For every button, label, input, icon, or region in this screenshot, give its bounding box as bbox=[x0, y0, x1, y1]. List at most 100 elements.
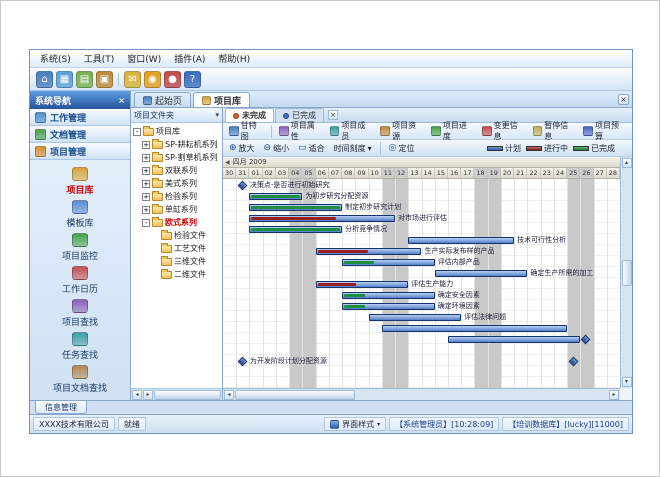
expand-icon[interactable]: + bbox=[142, 206, 150, 214]
home-icon[interactable]: ⌂ bbox=[36, 71, 53, 88]
tree-item-二维文件[interactable]: 二维文件 bbox=[133, 268, 222, 281]
tab-项目库[interactable]: 项目库 bbox=[193, 92, 250, 107]
gantt-bar[interactable] bbox=[249, 204, 342, 211]
tree-item-三维文件[interactable]: 三维文件 bbox=[133, 255, 222, 268]
grid-line bbox=[501, 179, 502, 388]
fit-button[interactable]: ▭适合 bbox=[295, 142, 328, 155]
tree-horizontal-scrollbar[interactable]: ◂ ▸ bbox=[131, 388, 222, 400]
gantt-bar[interactable] bbox=[249, 193, 302, 200]
tree-item-label: 双联系列 bbox=[165, 165, 197, 176]
gantt-button-label: 项目进度 bbox=[443, 120, 474, 142]
scroll-left-icon[interactable]: ◂ bbox=[132, 390, 142, 400]
tree-item-美式系列[interactable]: +美式系列 bbox=[133, 177, 222, 190]
tab-close-button[interactable]: × bbox=[618, 94, 629, 105]
gantt-bar[interactable] bbox=[342, 292, 435, 299]
gantt-milestone[interactable] bbox=[237, 181, 247, 191]
help-icon[interactable]: ? bbox=[184, 71, 201, 88]
tree-item-SP-割草机系列[interactable]: +SP-割草机系列 bbox=[133, 151, 222, 164]
sidebar-close-icon[interactable]: × bbox=[118, 96, 125, 105]
tree-filter-dropdown-icon[interactable]: ▾ bbox=[215, 111, 219, 119]
tree-item-SP-耕耘机系列[interactable]: +SP-耕耘机系列 bbox=[133, 138, 222, 151]
sidebar-group-项目管理[interactable]: 项目管理 bbox=[30, 143, 130, 160]
day-header-cell: 11 bbox=[382, 168, 395, 178]
sidebar-item-项目监控[interactable]: 项目监控 bbox=[30, 233, 130, 266]
gantt-bar[interactable] bbox=[316, 248, 422, 255]
grid-line bbox=[594, 179, 595, 388]
legend-swatch bbox=[487, 146, 503, 151]
tree-item-工艺文件[interactable]: 工艺文件 bbox=[133, 242, 222, 255]
gantt-bar[interactable] bbox=[316, 281, 409, 288]
window-layout-icon[interactable]: ▦ bbox=[56, 71, 73, 88]
gantt-bar-progress bbox=[344, 261, 374, 264]
gantt-bar[interactable] bbox=[249, 226, 342, 233]
gantt-horizontal-scrollbar[interactable]: ◂ ▸ bbox=[223, 388, 620, 400]
scroll-thumb[interactable] bbox=[235, 390, 355, 400]
tree-item-检验文件[interactable]: 检验文件 bbox=[133, 229, 222, 242]
gantt-bar-progress bbox=[344, 305, 365, 308]
day-header-cell: 31 bbox=[236, 168, 249, 178]
task-label: 生产实际发布样的产品 bbox=[425, 247, 495, 256]
menu-item[interactable]: 工具(T) bbox=[78, 51, 121, 66]
scroll-right-icon[interactable]: ▸ bbox=[609, 390, 619, 400]
day-header-cell: 04 bbox=[289, 168, 302, 178]
expand-icon[interactable]: + bbox=[142, 167, 150, 175]
tree-item-检验系列[interactable]: +检验系列 bbox=[133, 190, 222, 203]
zoom-in-button[interactable]: ⊕放大 bbox=[226, 142, 258, 155]
gantt-bar[interactable] bbox=[435, 270, 528, 277]
expand-icon[interactable]: + bbox=[142, 193, 150, 201]
gantt-milestone[interactable] bbox=[237, 357, 247, 367]
day-header-cell: 17 bbox=[461, 168, 474, 178]
day-header-cell: 13 bbox=[408, 168, 421, 178]
legend-label: 进行中 bbox=[544, 143, 568, 154]
scroll-down-icon[interactable]: ▾ bbox=[622, 377, 632, 387]
stop-icon[interactable]: ● bbox=[164, 71, 181, 88]
time-scale-dropdown[interactable]: 时间刻度▾ bbox=[331, 142, 375, 155]
menu-item[interactable]: 帮助(H) bbox=[212, 51, 256, 66]
sidebar-item-项目查找[interactable]: 项目查找 bbox=[30, 299, 130, 332]
expand-icon[interactable]: + bbox=[142, 154, 150, 162]
scroll-left-icon[interactable]: ◂ bbox=[224, 390, 234, 400]
collapse-icon[interactable]: - bbox=[133, 128, 141, 136]
expand-icon[interactable]: + bbox=[142, 180, 150, 188]
gantt-bar[interactable] bbox=[448, 336, 580, 343]
collapse-icon[interactable]: - bbox=[142, 219, 150, 227]
sidebar-item-项目文档查找[interactable]: 项目文档查找 bbox=[30, 365, 130, 398]
sidebar-group-文档管理[interactable]: 文档管理 bbox=[30, 126, 130, 143]
gantt-bar[interactable] bbox=[382, 325, 567, 332]
sidebar-item-项目库[interactable]: 项目库 bbox=[30, 167, 130, 200]
gantt-bar[interactable] bbox=[369, 314, 462, 321]
gantt-bar[interactable] bbox=[408, 237, 514, 244]
gantt-bar[interactable] bbox=[249, 215, 395, 222]
sidebar-group-工作管理[interactable]: 工作管理 bbox=[30, 109, 130, 126]
menu-item[interactable]: 窗口(W) bbox=[121, 51, 167, 66]
menu-item[interactable]: 插件(A) bbox=[168, 51, 211, 66]
cascade-icon[interactable]: ▤ bbox=[76, 71, 93, 88]
mail-icon[interactable]: ✉ bbox=[124, 71, 141, 88]
tab-information-management[interactable]: 信息管理 bbox=[35, 401, 87, 414]
scroll-up-icon[interactable]: ▴ bbox=[622, 158, 632, 168]
timeline-prev-icon[interactable]: ◀ bbox=[225, 159, 230, 166]
scroll-right-icon[interactable]: ▸ bbox=[143, 390, 153, 400]
locate-button[interactable]: ◎定位 bbox=[386, 142, 418, 155]
scroll-thumb[interactable] bbox=[622, 260, 632, 286]
sidebar-item-任务查找[interactable]: 任务查找 bbox=[30, 332, 130, 365]
calendar-icon[interactable]: ▣ bbox=[96, 71, 113, 88]
tab-起始页[interactable]: 起始页 bbox=[134, 92, 191, 107]
status-dot-icon bbox=[283, 113, 289, 119]
tree-item-项目库[interactable]: -项目库 bbox=[133, 125, 222, 138]
zoom-out-button[interactable]: ⊖缩小 bbox=[261, 142, 293, 155]
scroll-thumb[interactable] bbox=[154, 390, 221, 400]
sidebar-item-模板库[interactable]: 模板库 bbox=[30, 200, 130, 233]
menu-item[interactable]: 系统(S) bbox=[34, 51, 77, 66]
interface-style-selector[interactable]: 界面样式 ▾ bbox=[324, 417, 386, 431]
gantt-bar[interactable] bbox=[342, 259, 435, 266]
tree-item-双联系列[interactable]: + 双联系列 bbox=[133, 164, 222, 177]
grid-line bbox=[474, 179, 475, 388]
tree-item-单缸系列[interactable]: +单缸系列 bbox=[133, 203, 222, 216]
gantt-bar[interactable] bbox=[342, 303, 435, 310]
gantt-vertical-scrollbar[interactable]: ▴ ▾ bbox=[620, 157, 632, 388]
expand-icon[interactable]: + bbox=[142, 141, 150, 149]
sidebar-item-工作日历[interactable]: 工作日历 bbox=[30, 266, 130, 299]
lock-icon[interactable]: ◉ bbox=[144, 71, 161, 88]
tree-item-欧式系列[interactable]: -欧式系列 bbox=[133, 216, 222, 229]
